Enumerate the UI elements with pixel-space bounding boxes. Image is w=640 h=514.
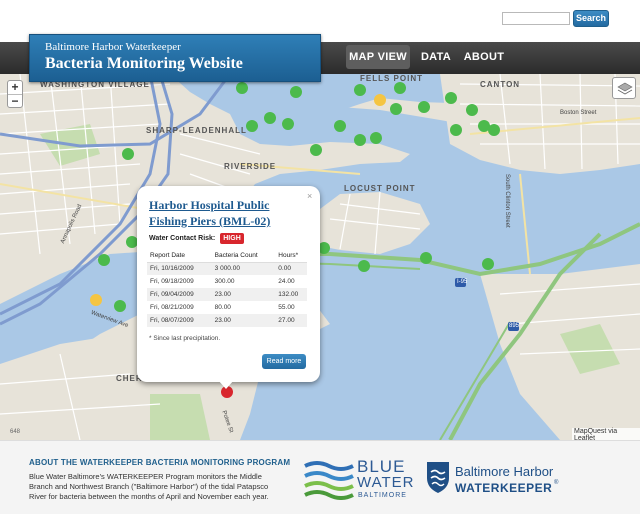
bh-logo-mark: ®	[554, 480, 559, 486]
risk-badge: HIGH	[220, 233, 244, 244]
label-sharp-leadenhall: SHARP-LEADENHALL	[146, 126, 247, 135]
layers-button[interactable]	[612, 77, 636, 99]
table-row: Fri, 08/21/2009 80.00 55.00	[147, 301, 307, 314]
nav-data[interactable]: DATA	[414, 45, 458, 69]
nav-about[interactable]: ABOUT	[460, 45, 508, 69]
zoom-control: + −	[7, 80, 23, 108]
blue-water-wave-icon	[304, 461, 354, 500]
about-body: Blue Water Baltimore's WATERKEEPER Progr…	[29, 472, 269, 501]
table-header-row: Report Date Bacteria Count Hours*	[147, 249, 307, 263]
waterkeeper-shield-icon	[427, 462, 449, 493]
cell-date: Fri, 09/18/2009	[150, 278, 194, 285]
column-header-hours: Hours*	[275, 249, 307, 263]
about-title: ABOUT THE WATERKEEPER BACTERIA MONITORIN…	[29, 458, 291, 467]
column-header-date: Report Date	[147, 249, 212, 263]
label-riverside: RIVERSIDE	[224, 162, 277, 171]
street-boston: Boston Street	[560, 110, 597, 116]
bh-logo-line1: Baltimore Harbor	[455, 464, 554, 479]
route-95-shield: I-95	[457, 279, 468, 285]
zoom-out-button[interactable]: −	[8, 95, 22, 108]
table-row: Fri, 10/16/2009 3 000.00 0.00	[147, 262, 307, 275]
map-tile-number: 648	[10, 429, 21, 435]
zoom-in-button[interactable]: +	[8, 81, 22, 94]
table-row: Fri, 08/07/2009 23.00 27.00	[147, 314, 307, 327]
cell-date: Fri, 08/21/2009	[150, 304, 194, 311]
brand-site-title: Bacteria Monitoring Website	[45, 55, 243, 72]
bh-logo-line2: WATERKEEPER	[455, 481, 553, 495]
read-more-button[interactable]: Read more	[262, 354, 306, 369]
search-button[interactable]: Search	[573, 10, 609, 27]
cell-hours: 27.00	[275, 314, 307, 327]
label-fells-point: FELLS POINT	[360, 74, 423, 83]
cell-count: 23.00	[211, 288, 276, 301]
column-header-count: Bacteria Count	[211, 249, 276, 263]
bw-logo-line2: WATER	[357, 474, 415, 491]
reports-table: Report Date Bacteria Count Hours* Fri, 1…	[147, 249, 307, 327]
cell-date: Fri, 10/16/2009	[147, 262, 212, 275]
table-row: Fri, 09/18/2009 300.00 24.00	[147, 275, 307, 288]
nav-map-view[interactable]: MAP VIEW	[346, 45, 410, 69]
street-south-clinton: South Clinton Street	[504, 174, 510, 228]
popup-footnote: * Since last precipitation.	[149, 335, 221, 342]
popup-station-title[interactable]: Harbor Hospital Public Fishing Piers (BM…	[149, 197, 309, 229]
search-input[interactable]	[502, 12, 570, 25]
label-locust-point: LOCUST POINT	[344, 184, 416, 193]
map[interactable]: WASHINGTON VILLAGE SHARP-LEADENHALL RIVE…	[0, 74, 640, 440]
cell-hours: 132.00	[275, 288, 307, 301]
brand-org-name: Baltimore Harbor Waterkeeper	[45, 41, 181, 53]
popup-tip	[218, 380, 234, 389]
cell-hours: 0.00	[275, 262, 307, 275]
cell-hours: 55.00	[278, 304, 295, 311]
cell-count: 3 000.00	[211, 262, 276, 275]
cell-date: Fri, 09/04/2009	[147, 288, 212, 301]
bw-logo-line3: BALTIMORE	[358, 492, 407, 499]
page: Search MAP VIEW DATA ABOUT WASHINGTON VI…	[0, 0, 640, 514]
risk-label: Water Contact Risk:	[149, 235, 216, 242]
label-canton: CANTON	[480, 80, 521, 89]
route-895-shield: 895	[509, 323, 520, 329]
cell-count: 23.00	[211, 314, 276, 327]
cell-count: 300.00	[214, 278, 235, 285]
site-brand[interactable]: Baltimore Harbor Waterkeeper Bacteria Mo…	[29, 34, 321, 82]
cell-hours: 24.00	[278, 278, 295, 285]
map-base	[0, 74, 640, 440]
table-row: Fri, 09/04/2009 23.00 132.00	[147, 288, 307, 301]
cell-count: 80.00	[214, 304, 231, 311]
cell-date: Fri, 08/07/2009	[147, 314, 212, 327]
layers-icon	[617, 82, 633, 95]
